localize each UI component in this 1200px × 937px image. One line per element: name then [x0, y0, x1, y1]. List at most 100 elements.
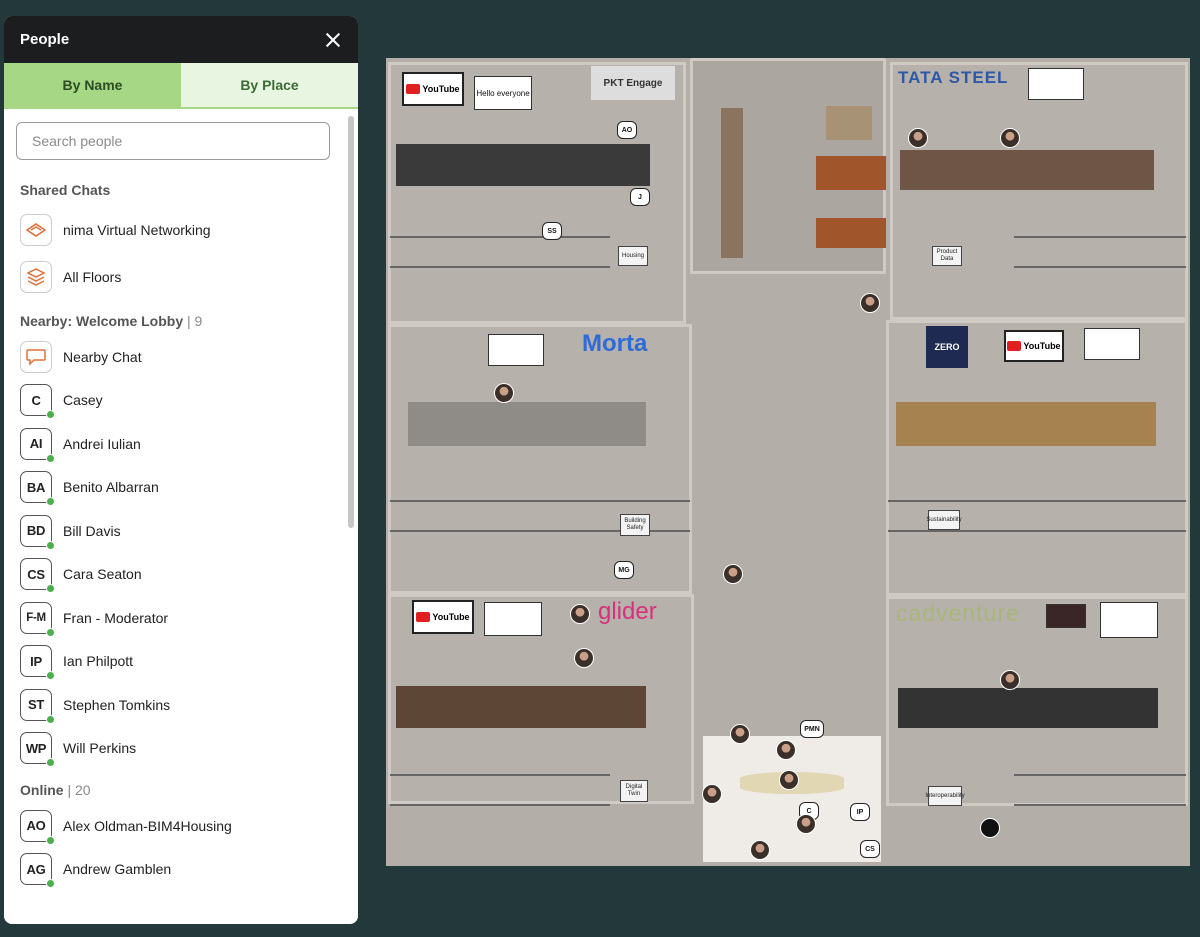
youtube-screen[interactable]: YouTube [1004, 330, 1064, 362]
nearby-list: C Casey AI Andrei Iulian BA Benito Albarran… [16, 379, 330, 771]
online-dot [46, 497, 55, 507]
sign-product-data: Product Data [932, 246, 962, 266]
meeting-table[interactable] [898, 688, 1158, 728]
chat-bubble-icon [20, 340, 52, 373]
avatar-photo[interactable] [860, 293, 880, 313]
online-dot [46, 584, 55, 594]
shared-chat-nima[interactable]: nima Virtual Networking [20, 208, 330, 252]
online-dot [46, 671, 55, 681]
online-dot [46, 758, 55, 768]
nearby-title-text: Nearby: Welcome Lobby [20, 313, 184, 329]
avatar-photo[interactable] [980, 818, 1000, 838]
play-icon [416, 612, 431, 622]
avatar: AO [20, 809, 55, 845]
person-name: Cara Seaton [63, 566, 142, 583]
avatar-photo[interactable] [796, 814, 816, 834]
avatar-ss[interactable]: SS [542, 222, 562, 240]
person-name: Bill Davis [63, 522, 121, 539]
list-item[interactable]: ST Stephen Tomkins [20, 683, 330, 727]
avatar-photo[interactable] [702, 784, 722, 804]
floor-map[interactable]: YouTube Hello everyone PKT Engage Housin… [386, 58, 1190, 866]
presentation-screen[interactable] [1100, 602, 1158, 638]
presentation-screen[interactable] [1084, 328, 1140, 360]
list-item[interactable]: BD Bill Davis [20, 509, 330, 553]
search-input[interactable] [16, 122, 330, 160]
avatar-photo[interactable] [730, 724, 750, 744]
sign-sustainability: Sustainability [926, 510, 962, 530]
person-name: Fran - Moderator [63, 609, 169, 626]
long-table[interactable] [721, 108, 743, 258]
person-name: Ian Philpott [63, 653, 134, 670]
list-item[interactable]: AO Alex Oldman-BIM4Housing [20, 804, 330, 848]
close-icon[interactable] [324, 31, 342, 49]
online-dot [46, 879, 55, 889]
sign-interoperability: Interoperability [925, 786, 965, 806]
sign-building-safety: Building Safety [620, 514, 650, 536]
nearby-count: | 9 [187, 313, 203, 329]
avatar-ao[interactable]: AO [617, 121, 637, 139]
avatar-pmn[interactable]: PMN [800, 720, 824, 738]
shared-chat-label: nima Virtual Networking [63, 221, 211, 238]
list-item[interactable]: AG Andrew Gamblen [20, 848, 330, 892]
online-title: Online | 20 [20, 782, 330, 798]
bench [1014, 774, 1186, 806]
nearby-chat-label: Nearby Chat [63, 348, 142, 365]
sofa[interactable] [816, 218, 886, 248]
panel-body: Shared Chats nima Virtual Networking All… [4, 109, 358, 924]
avatar-photo[interactable] [750, 840, 770, 860]
avatar-ip[interactable]: IP [850, 803, 870, 821]
youtube-screen[interactable]: YouTube [402, 72, 464, 106]
person-name: Will Perkins [63, 740, 137, 757]
youtube-screen[interactable]: YouTube [412, 600, 474, 634]
list-item[interactable]: C Casey [20, 379, 330, 423]
avatar-photo[interactable] [908, 128, 928, 148]
list-item[interactable]: F-M Fran - Moderator [20, 596, 330, 640]
room-tata[interactable] [890, 62, 1188, 320]
avatar-photo[interactable] [776, 740, 796, 760]
avatar: F-M [20, 601, 55, 637]
meeting-table[interactable] [900, 150, 1154, 190]
panel-tabs: By Name By Place [4, 63, 358, 109]
online-dot [46, 540, 55, 550]
sofa[interactable] [816, 156, 886, 190]
avatar-photo[interactable] [723, 564, 743, 584]
nearby-chat[interactable]: Nearby Chat [20, 335, 330, 379]
meeting-table[interactable] [896, 402, 1156, 446]
avatar-photo[interactable] [1000, 670, 1020, 690]
tata-steel-logo: TATA STEEL [898, 68, 1009, 87]
list-item[interactable]: CS Cara Seaton [20, 553, 330, 597]
avatar-mg[interactable]: MG [614, 561, 634, 579]
tab-by-name[interactable]: By Name [4, 63, 181, 109]
video-screen[interactable] [1046, 604, 1086, 628]
list-item[interactable]: AI Andrei Iulian [20, 422, 330, 466]
presentation-screen[interactable] [484, 602, 542, 636]
online-dot [46, 453, 55, 463]
avatar-photo[interactable] [574, 648, 594, 668]
coffee-table[interactable] [826, 106, 872, 140]
online-dot [46, 627, 55, 637]
bench [390, 236, 610, 268]
play-icon [1007, 341, 1022, 351]
avatar-j[interactable]: J [630, 188, 650, 206]
avatar-photo[interactable] [779, 770, 799, 790]
avatar-photo[interactable] [494, 383, 514, 403]
online-count: | 20 [67, 782, 91, 798]
shared-chat-all-floors[interactable]: All Floors [20, 256, 330, 300]
meeting-table[interactable] [408, 402, 646, 446]
meeting-table[interactable] [396, 144, 650, 186]
avatar-cs[interactable]: CS [860, 840, 880, 858]
avatar-photo[interactable] [1000, 128, 1020, 148]
panel-header: People [4, 16, 358, 63]
presentation-screen[interactable] [488, 334, 544, 366]
cadventure-logo: cadventure [896, 600, 1020, 626]
presentation-screen[interactable] [1028, 68, 1084, 100]
list-item[interactable]: BA Benito Albarran [20, 466, 330, 510]
presentation-screen[interactable]: Hello everyone [474, 76, 532, 110]
list-item[interactable]: IP Ian Philpott [20, 640, 330, 684]
tab-by-place[interactable]: By Place [181, 63, 358, 109]
avatar: WP [20, 732, 55, 768]
person-name: Stephen Tomkins [63, 696, 171, 713]
meeting-table[interactable] [396, 686, 646, 728]
avatar-photo[interactable] [570, 604, 590, 624]
list-item[interactable]: WP Will Perkins [20, 727, 330, 771]
